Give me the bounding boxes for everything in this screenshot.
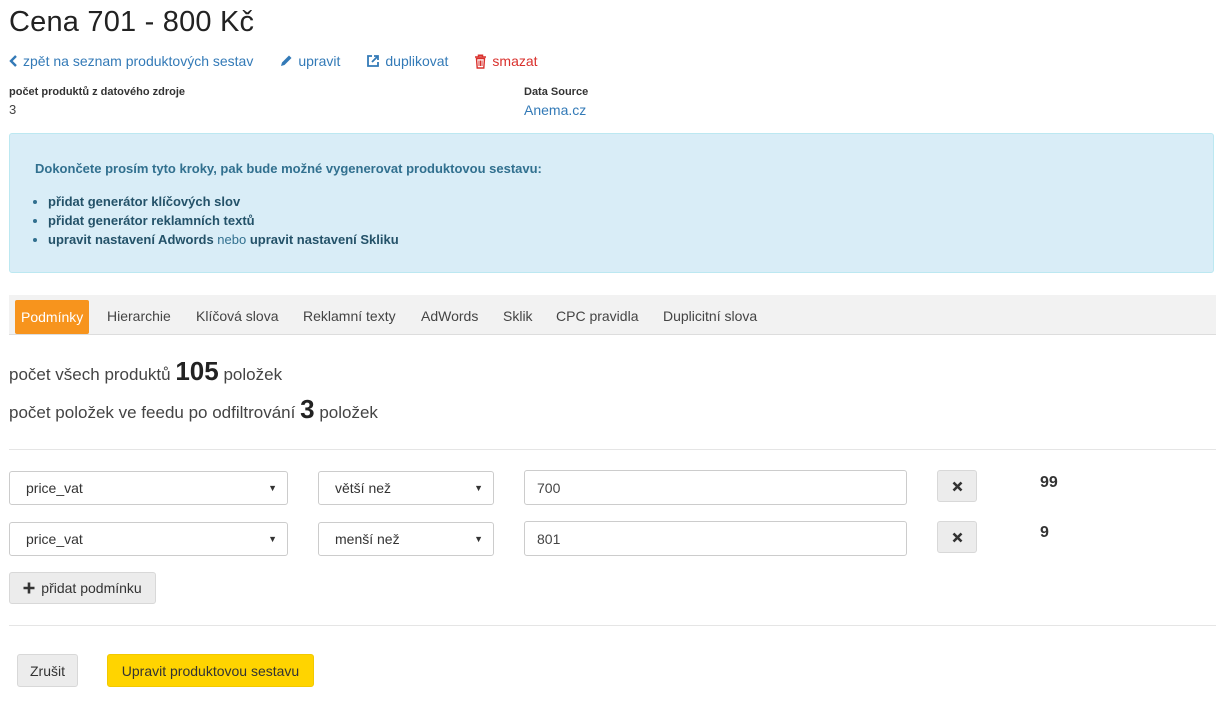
edit-link[interactable]: upravit <box>279 53 340 69</box>
action-bar: zpět na seznam produktových sestav uprav… <box>9 52 564 70</box>
caret-down-icon: ▼ <box>268 483 277 493</box>
edit-link-label: upravit <box>298 53 341 69</box>
divider <box>9 625 1216 626</box>
tab-cpc-rules[interactable]: CPC pravidla <box>556 295 638 334</box>
divider <box>9 449 1216 450</box>
alert-steps-list: přidat generátor klíčových slov přidat g… <box>35 192 399 249</box>
condition-field-select[interactable]: price_vat ▼ <box>9 471 288 505</box>
add-condition-button[interactable]: přidat podmínku <box>9 572 156 604</box>
alert-step: přidat generátor reklamních textů <box>48 211 399 230</box>
delete-link[interactable]: smazat <box>474 53 538 69</box>
caret-down-icon: ▼ <box>474 483 483 493</box>
cancel-button[interactable]: Zrušit <box>17 654 78 687</box>
tab-duplicate-words[interactable]: Duplicitní slova <box>663 295 757 334</box>
share-icon <box>367 55 380 67</box>
tab-ad-texts[interactable]: Reklamní texty <box>303 295 396 334</box>
alert-heading: Dokončete prosím tyto kroky, pak bude mo… <box>35 161 542 176</box>
total-products-unit: položek <box>223 365 283 384</box>
info-alert: Dokončete prosím tyto kroky, pak bude mo… <box>9 133 1214 273</box>
filtered-products-label: počet položek ve feedu po odfiltrování <box>9 403 296 422</box>
filtered-products-stat: počet položek ve feedu po odfiltrování 3… <box>9 394 378 425</box>
back-link-label: zpět na seznam produktových sestav <box>23 53 254 69</box>
condition-field-value: price_vat <box>26 480 83 496</box>
condition-operator-value: menší než <box>335 531 400 547</box>
close-icon <box>952 481 962 491</box>
caret-down-icon: ▼ <box>474 534 483 544</box>
page-title: Cena 701 - 800 Kč <box>9 6 255 38</box>
duplicate-link-label: duplikovat <box>385 53 449 69</box>
source-meta: Data Source Anema.cz <box>524 86 588 118</box>
tab-hierarchy[interactable]: Hierarchie <box>107 295 171 334</box>
products-meta: počet produktů z datového zdroje 3 <box>9 86 185 117</box>
pencil-icon <box>281 55 292 66</box>
condition-operator-value: větší než <box>335 480 392 496</box>
remove-condition-button[interactable] <box>937 521 977 553</box>
plus-icon <box>23 582 35 594</box>
products-count-label: počet produktů z datového zdroje <box>9 86 186 98</box>
edit-adwords-settings-link[interactable]: upravit nastavení Adwords <box>48 232 214 247</box>
condition-match-count: 9 <box>1040 524 1049 541</box>
add-condition-label: přidat podmínku <box>41 580 142 596</box>
condition-operator-select[interactable]: větší než ▼ <box>318 471 494 505</box>
total-products-count: 105 <box>175 356 219 386</box>
condition-field-select[interactable]: price_vat ▼ <box>9 522 288 556</box>
add-ad-text-generator-link[interactable]: přidat generátor reklamních textů <box>48 213 255 228</box>
caret-down-icon: ▼ <box>268 534 277 544</box>
trash-icon <box>475 53 487 69</box>
data-source-link[interactable]: Anema.cz <box>524 102 588 118</box>
tab-adwords[interactable]: AdWords <box>421 295 478 334</box>
remove-condition-button[interactable] <box>937 470 977 502</box>
close-icon <box>952 532 962 542</box>
add-keyword-generator-link[interactable]: přidat generátor klíčových slov <box>48 194 240 209</box>
condition-operator-select[interactable]: menší než ▼ <box>318 522 494 556</box>
back-link[interactable]: zpět na seznam produktových sestav <box>9 53 253 69</box>
alert-step: přidat generátor klíčových slov <box>48 192 399 211</box>
tab-bar: Podmínky Hierarchie Klíčová slova Reklam… <box>9 295 1216 335</box>
update-product-set-button[interactable]: Upravit produktovou sestavu <box>107 654 314 687</box>
tab-conditions[interactable]: Podmínky <box>15 300 90 334</box>
filtered-products-unit: položek <box>319 403 378 422</box>
products-count-value: 3 <box>9 102 17 117</box>
alert-step: upravit nastavení Adwords nebo upravit n… <box>48 230 399 249</box>
condition-value-input[interactable] <box>524 470 907 505</box>
edit-sklik-settings-link[interactable]: upravit nastavení Skliku <box>250 232 399 247</box>
tab-sklik[interactable]: Sklik <box>503 295 533 334</box>
data-source-label: Data Source <box>524 86 589 98</box>
delete-link-label: smazat <box>492 53 538 69</box>
tab-keywords[interactable]: Klíčová slova <box>196 295 278 334</box>
alert-or-text: nebo <box>217 232 247 247</box>
duplicate-link[interactable]: duplikovat <box>366 53 448 69</box>
condition-field-value: price_vat <box>26 531 83 547</box>
condition-match-count: 99 <box>1040 474 1058 491</box>
filtered-products-count: 3 <box>300 394 315 424</box>
condition-value-input[interactable] <box>524 521 907 556</box>
chevron-left-icon <box>9 55 17 67</box>
total-products-stat: počet všech produktů 105 položek <box>9 356 282 387</box>
total-products-label: počet všech produktů <box>9 365 171 384</box>
